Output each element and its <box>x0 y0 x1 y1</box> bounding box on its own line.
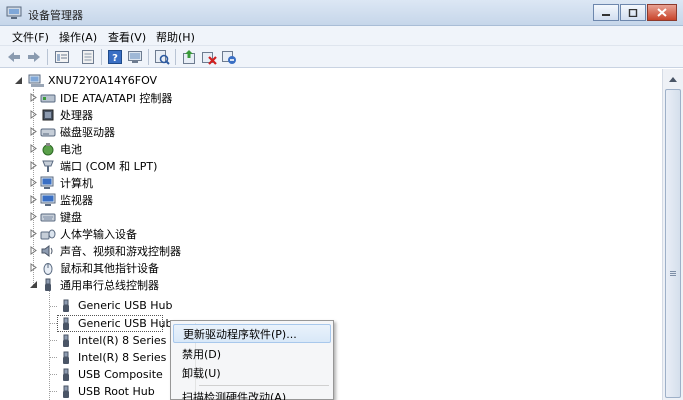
expand-arrow-icon[interactable] <box>29 93 38 102</box>
vertical-scrollbar[interactable] <box>662 69 683 400</box>
maximize-button[interactable] <box>620 4 646 21</box>
disk-drive-icon <box>40 128 56 136</box>
back-icon[interactable] <box>6 49 22 65</box>
menu-uninstall[interactable]: 卸载(U) <box>173 363 331 382</box>
computer-icon <box>40 176 54 189</box>
keyboard-icon <box>40 213 56 221</box>
device-manager-icon <box>6 6 22 19</box>
help-icon[interactable]: ? <box>107 49 123 65</box>
menu-view[interactable]: 查看(V) <box>106 29 148 45</box>
tree-item-intel-2[interactable]: Intel(R) 8 Series <box>58 349 166 366</box>
battery-icon <box>42 142 54 155</box>
expand-arrow-icon[interactable] <box>29 161 38 170</box>
arrow-up-icon <box>669 76 677 82</box>
menu-bar: 文件(F) 操作(A) 查看(V) 帮助(H) <box>0 26 683 46</box>
window-title: 设备管理器 <box>28 9 83 22</box>
properties-grid-icon[interactable] <box>54 49 70 65</box>
mouse-icon <box>43 262 53 275</box>
minimize-button[interactable] <box>593 4 619 21</box>
svg-text:?: ? <box>112 53 118 64</box>
close-button[interactable] <box>647 4 677 21</box>
forward-icon[interactable] <box>26 49 42 65</box>
tree-item-usb-composite[interactable]: USB Composite <box>58 366 163 383</box>
update-driver-icon[interactable] <box>181 49 197 65</box>
tree-item-disk[interactable]: 磁盘驱动器 <box>29 123 115 140</box>
menu-file[interactable]: 文件(F) <box>10 29 51 45</box>
menu-action[interactable]: 操作(A) <box>57 29 99 45</box>
usb-device-icon <box>63 317 69 330</box>
tree-item-monitor[interactable]: 监视器 <box>29 191 93 208</box>
tree-item-computer[interactable]: 计算机 <box>29 174 93 191</box>
close-icon <box>657 8 667 17</box>
computer-icon <box>28 74 44 87</box>
context-menu: 更新驱动程序软件(P)... 禁用(D) 卸载(U) 扫描检测硬件改动(A) <box>170 320 334 400</box>
usb-icon <box>45 278 51 291</box>
monitor-icon <box>40 193 56 206</box>
tree-item-usb-hub-1[interactable]: Generic USB Hub <box>58 297 172 314</box>
tree-item-ide[interactable]: IDE ATA/ATAPI 控制器 <box>29 89 172 106</box>
usb-device-icon <box>63 385 69 398</box>
tree-item-ports[interactable]: 端口 (COM 和 LPT) <box>29 157 157 174</box>
usb-device-icon <box>63 351 69 364</box>
expand-arrow-icon[interactable] <box>29 195 38 204</box>
tree-item-mouse[interactable]: 鼠标和其他指针设备 <box>29 259 159 276</box>
expand-arrow-icon[interactable] <box>29 110 38 119</box>
expand-arrow-icon[interactable] <box>29 263 38 272</box>
maximize-icon <box>628 8 638 17</box>
menu-scan-hardware[interactable]: 扫描检测硬件改动(A) <box>173 387 331 400</box>
tree-item-processor[interactable]: 处理器 <box>29 106 93 123</box>
processor-icon <box>42 109 54 120</box>
help-book-icon[interactable] <box>80 49 96 65</box>
usb-device-icon <box>63 368 69 381</box>
speaker-icon <box>41 244 53 257</box>
tree-item-hid[interactable]: 人体学输入设备 <box>29 225 137 242</box>
monitor-icon[interactable] <box>127 49 143 65</box>
scrollbar-thumb[interactable] <box>665 89 681 398</box>
usb-device-icon <box>63 334 69 347</box>
collapse-arrow-icon[interactable] <box>14 76 23 85</box>
tree-item-usb-controllers[interactable]: 通用串行总线控制器 <box>29 276 159 293</box>
scan-hardware-icon[interactable] <box>154 49 170 65</box>
tree-item-intel-1[interactable]: Intel(R) 8 Series <box>58 332 166 349</box>
scroll-up-button[interactable] <box>665 71 681 87</box>
expand-arrow-icon[interactable] <box>29 178 38 187</box>
title-bar[interactable]: 设备管理器 <box>0 0 683 26</box>
tree-item-keyboard[interactable]: 键盘 <box>29 208 82 225</box>
expand-arrow-icon[interactable] <box>29 127 38 136</box>
toolbar: ? <box>0 46 683 68</box>
menu-update-driver[interactable]: 更新驱动程序软件(P)... <box>173 324 331 343</box>
menu-disable[interactable]: 禁用(D) <box>173 344 331 363</box>
collapse-arrow-icon[interactable] <box>29 280 38 289</box>
tree-item-sound[interactable]: 声音、视频和游戏控制器 <box>29 242 181 259</box>
expand-arrow-icon[interactable] <box>29 246 38 255</box>
tree-item-usb-hub-2[interactable]: Generic USB Hub <box>58 315 172 332</box>
usb-device-icon <box>63 299 69 312</box>
port-icon <box>42 160 54 172</box>
menu-help[interactable]: 帮助(H) <box>154 29 197 45</box>
ide-controller-icon <box>40 94 56 102</box>
expand-arrow-icon[interactable] <box>29 212 38 221</box>
disable-icon[interactable] <box>221 49 237 65</box>
tree-item-usb-root-hub[interactable]: USB Root Hub <box>58 383 155 400</box>
tree-item-battery[interactable]: 电池 <box>29 140 82 157</box>
expand-arrow-icon[interactable] <box>29 229 38 238</box>
root-label: XNU72Y0A14Y6FOV <box>48 74 158 87</box>
minimize-icon <box>602 13 610 16</box>
hid-icon <box>40 229 56 239</box>
uninstall-icon[interactable] <box>201 49 217 65</box>
tree-root[interactable]: XNU72Y0A14Y6FOV <box>14 72 157 89</box>
expand-arrow-icon[interactable] <box>29 144 38 153</box>
device-manager-window: 设备管理器 文件(F) 操作(A) 查看(V) 帮助(H) ? XNU72Y0A… <box>0 0 683 400</box>
